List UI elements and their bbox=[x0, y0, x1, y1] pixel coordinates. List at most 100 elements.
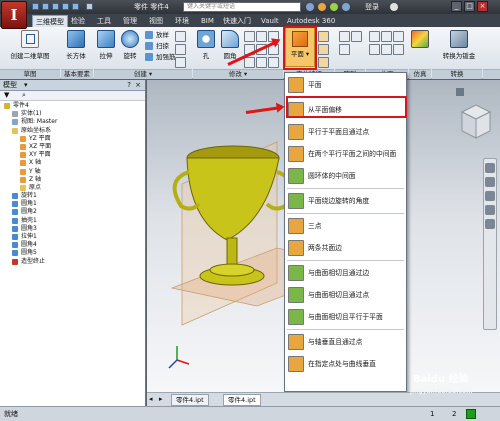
replace-face-icon[interactable] bbox=[393, 44, 404, 55]
tab-get-started[interactable]: 快速入门 bbox=[220, 15, 254, 27]
tab-inspect[interactable]: 检验 bbox=[68, 15, 88, 27]
create-2d-sketch-button[interactable]: 创建二维草图 bbox=[4, 30, 56, 60]
orbit-icon[interactable] bbox=[485, 205, 495, 215]
dropdown-item[interactable]: 平面 bbox=[285, 74, 406, 96]
revolve-button[interactable]: 旋转 bbox=[119, 30, 141, 60]
chamfer-icon[interactable] bbox=[256, 31, 267, 42]
pan-icon[interactable] bbox=[485, 177, 495, 187]
tree-item[interactable]: Y 轴 bbox=[0, 168, 145, 176]
login-link[interactable]: 登录 bbox=[365, 2, 379, 12]
convert-to-sheet-metal-button[interactable]: 转换为钣金 bbox=[434, 30, 484, 60]
tree-item[interactable]: 拉伸1 bbox=[0, 233, 145, 241]
tab-3d-model[interactable]: 三维模型 bbox=[32, 15, 68, 27]
look-at-icon[interactable] bbox=[485, 219, 495, 229]
application-menu-button[interactable]: I bbox=[1, 1, 27, 29]
tree-item[interactable]: 原点 bbox=[0, 184, 145, 192]
tab-environments[interactable]: 环境 bbox=[172, 15, 192, 27]
box-primitive-button[interactable]: 长方体 bbox=[63, 30, 89, 60]
find-icon[interactable]: ⌕ bbox=[22, 91, 26, 100]
subscription-icon[interactable] bbox=[318, 3, 326, 11]
dropdown-item[interactable]: 两条共面边 bbox=[285, 237, 406, 259]
browser-close-icon[interactable]: × bbox=[135, 80, 141, 90]
extend-icon[interactable] bbox=[381, 44, 392, 55]
tree-item[interactable]: YZ 平面 bbox=[0, 135, 145, 143]
tab-manage[interactable]: 管理 bbox=[120, 15, 140, 27]
mirror-icon[interactable] bbox=[339, 44, 350, 55]
material-icon[interactable] bbox=[86, 3, 93, 10]
dropdown-item[interactable]: 在指定点处与曲线垂直 bbox=[285, 353, 406, 375]
tab-scroll-right-icon[interactable]: ▸ bbox=[159, 395, 163, 403]
tree-item[interactable]: 抽壳1 bbox=[0, 217, 145, 225]
stress-analysis-button[interactable] bbox=[410, 30, 430, 50]
tab-tools[interactable]: 工具 bbox=[94, 15, 114, 27]
hole-button[interactable]: 孔 bbox=[196, 30, 216, 60]
search-input[interactable]: 键入关键字或短语 bbox=[183, 2, 301, 12]
help-icon[interactable] bbox=[390, 3, 398, 11]
user-icon[interactable] bbox=[342, 3, 350, 11]
tree-item[interactable]: X 轴 bbox=[0, 159, 145, 167]
derive-icon[interactable] bbox=[175, 57, 186, 68]
dropdown-item[interactable]: 与曲面相切且平行于平面 bbox=[285, 306, 406, 328]
save-icon[interactable] bbox=[52, 3, 59, 10]
maximize-button[interactable]: □ bbox=[464, 1, 475, 12]
viewcube[interactable] bbox=[458, 102, 492, 142]
search-icon[interactable] bbox=[306, 3, 314, 11]
sweep-button[interactable]: 扫掠 bbox=[145, 41, 169, 51]
dropdown-item[interactable]: 在两个平行平面之间的中间面 bbox=[285, 143, 406, 165]
tree-item[interactable]: XZ 平面 bbox=[0, 143, 145, 151]
emboss-icon[interactable] bbox=[175, 44, 186, 55]
home-icon[interactable] bbox=[456, 88, 464, 96]
tree-item[interactable]: Z 轴 bbox=[0, 176, 145, 184]
redo-icon[interactable] bbox=[72, 3, 79, 10]
browser-help-icon[interactable]: ? bbox=[127, 80, 131, 90]
move-face-icon[interactable] bbox=[244, 57, 255, 68]
zoom-icon[interactable] bbox=[485, 191, 495, 201]
copy-object-icon[interactable] bbox=[256, 57, 267, 68]
browser-menu-icon[interactable]: ▾ bbox=[24, 80, 28, 90]
tree-item[interactable]: 原始坐标系 bbox=[0, 127, 145, 135]
axis-icon[interactable] bbox=[318, 31, 329, 42]
new-icon[interactable] bbox=[32, 3, 39, 10]
delete-face-icon[interactable] bbox=[268, 57, 279, 68]
coil-icon[interactable] bbox=[175, 31, 186, 42]
point-icon[interactable] bbox=[318, 44, 329, 55]
circular-pattern-icon[interactable] bbox=[351, 31, 362, 42]
stitch-icon[interactable] bbox=[381, 31, 392, 42]
tab-view[interactable]: 视图 bbox=[146, 15, 166, 27]
tree-item[interactable]: 圆角3 bbox=[0, 225, 145, 233]
document-tab-1[interactable]: 零件4.ipt bbox=[171, 394, 209, 406]
dropdown-item[interactable]: 平面绕边旋转的角度 bbox=[285, 190, 406, 212]
shell-icon[interactable] bbox=[244, 31, 255, 42]
loft-button[interactable]: 放样 bbox=[145, 30, 169, 40]
trim-icon[interactable] bbox=[369, 44, 380, 55]
tree-item[interactable]: 圆角2 bbox=[0, 208, 145, 216]
dropdown-item[interactable]: 圆环体的中间面 bbox=[285, 165, 406, 187]
thicken-icon[interactable] bbox=[369, 31, 380, 42]
ucs-icon[interactable] bbox=[318, 57, 329, 68]
document-tab-2[interactable]: 零件4.ipt bbox=[223, 394, 261, 406]
rectangular-pattern-icon[interactable] bbox=[339, 31, 350, 42]
dropdown-item[interactable]: 三点 bbox=[285, 215, 406, 237]
dropdown-item[interactable]: 平行于平面且通过点 bbox=[285, 121, 406, 143]
steering-wheel-icon[interactable] bbox=[485, 163, 495, 173]
filter-icon[interactable]: ▼ bbox=[4, 91, 9, 99]
close-button[interactable]: × bbox=[477, 1, 488, 12]
tab-scroll-left-icon[interactable]: ◂ bbox=[149, 395, 153, 403]
fillet-button[interactable]: 圆角 bbox=[220, 30, 240, 60]
extrude-button[interactable]: 拉伸 bbox=[95, 30, 117, 60]
open-icon[interactable] bbox=[42, 3, 49, 10]
dropdown-item[interactable]: 与曲面相切且通过点 bbox=[285, 284, 406, 306]
tree-item[interactable]: 圆角5 bbox=[0, 249, 145, 257]
tree-item[interactable]: 零件4 bbox=[0, 102, 145, 110]
patch-icon[interactable] bbox=[393, 31, 404, 42]
rib-button[interactable]: 加强筋 bbox=[145, 52, 176, 62]
tree-item[interactable]: XY 平面 bbox=[0, 151, 145, 159]
communication-icon[interactable] bbox=[330, 3, 338, 11]
undo-icon[interactable] bbox=[62, 3, 69, 10]
minimize-button[interactable]: _ bbox=[451, 1, 462, 12]
tree-item[interactable]: 造型终止 bbox=[0, 258, 145, 266]
tab-vault[interactable]: Vault bbox=[258, 15, 282, 27]
dropdown-item[interactable]: 与曲面相切且通过边 bbox=[285, 262, 406, 284]
dropdown-item[interactable]: 与轴垂直且通过点 bbox=[285, 331, 406, 353]
tree-item[interactable]: 视图: Master bbox=[0, 118, 145, 126]
